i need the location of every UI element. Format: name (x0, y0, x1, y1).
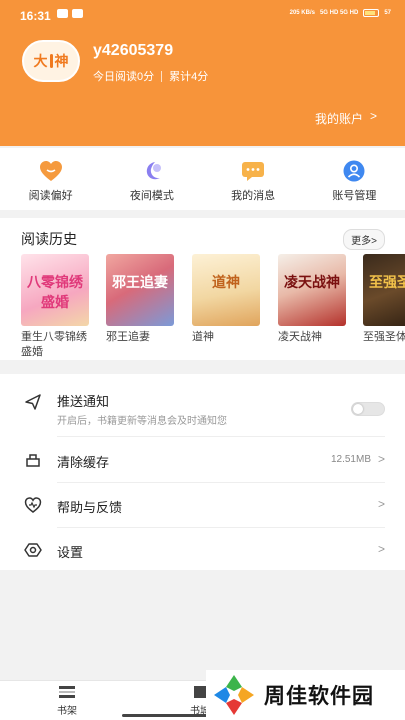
send-icon (25, 394, 41, 410)
reading-stats: 今日阅读0分 累计4分 (93, 68, 208, 84)
quick-menu: 阅读偏好 夜间模式 我的消息 账号管理 (0, 148, 405, 210)
clear-cache-row[interactable]: 清除缓存 12.51MB > (0, 438, 405, 482)
username: y42605379 (93, 42, 174, 59)
watermark-text: 周佳软件园 (264, 685, 374, 708)
app-notification-icon (72, 9, 83, 18)
watermark: 周佳软件园 (206, 670, 405, 720)
cache-label: 清除缓存 (57, 455, 110, 470)
book-cover: 至强圣体 (363, 254, 405, 326)
status-bar: 16:31 205 KB/s 5G HD 5G HD 57 (0, 0, 405, 26)
today-reading: 今日阅读0分 (93, 71, 155, 83)
avatar[interactable]: 大 神 (22, 40, 80, 82)
bookshelf-icon (59, 686, 75, 698)
push-label: 推送通知 (57, 394, 110, 409)
chat-notification-icon (57, 9, 68, 18)
message-icon (241, 160, 265, 182)
chevron-right-icon: > (377, 497, 385, 511)
push-toggle[interactable] (351, 402, 385, 416)
book-title: 凌天战神 (278, 331, 322, 343)
book-item[interactable]: 道神 道神 (192, 254, 262, 345)
avatar-divider (49, 54, 53, 68)
cover-title: 凌天战神 (284, 274, 340, 290)
cover-title: 邪王追妻 (112, 274, 168, 290)
user-icon (342, 160, 366, 182)
menu-label: 账号管理 (332, 190, 377, 202)
book-item[interactable]: 至强圣体 至强圣体 (363, 254, 405, 345)
chevron-right-icon: > (369, 109, 377, 123)
menu-reading-preference[interactable]: 阅读偏好 (0, 148, 101, 210)
menu-night-mode[interactable]: 夜间模式 (101, 148, 202, 210)
my-account-link[interactable]: 我的账户 (315, 110, 363, 127)
chevron-right-icon: > (377, 542, 385, 556)
cover-title: 至强圣体 (369, 274, 405, 290)
divider (57, 436, 385, 437)
gear-icon (24, 543, 42, 557)
more-button[interactable]: 更多> (343, 229, 385, 250)
status-time: 16:31 (20, 9, 51, 23)
book-cover: 道神 (192, 254, 260, 326)
book-cover: 凌天战神 (278, 254, 346, 326)
total-points: 累计4分 (169, 71, 209, 83)
battery-icon (363, 9, 380, 17)
book-cover: 邪王追妻 (106, 254, 174, 326)
moon-icon (140, 160, 164, 182)
profile-header: 16:31 205 KB/s 5G HD 5G HD 57 大 神 y42605… (0, 0, 405, 146)
reading-history-section: 阅读历史 更多> 八零锦绣盛婚 重生八零锦绣盛婚 邪王追妻 邪王追妻 道神 道神… (0, 218, 405, 360)
toggle-knob (353, 404, 363, 414)
section-title: 阅读历史 (21, 231, 77, 247)
push-notification-row: 推送通知 开启后，书籍更新等消息会及时通知您 (0, 382, 405, 434)
chevron-right-icon: > (377, 452, 385, 466)
book-title: 重生八零锦绣盛婚 (21, 331, 87, 358)
settings-label: 设置 (57, 545, 84, 560)
push-description: 开启后，书籍更新等消息会及时通知您 (57, 416, 227, 427)
settings-row[interactable]: 设置 > (0, 528, 405, 572)
book-item[interactable]: 邪王追妻 邪王追妻 (106, 254, 176, 345)
network-type: 5G HD 5G HD (319, 10, 359, 16)
book-title: 邪王追妻 (106, 331, 150, 343)
net-speed: 205 KB/s (289, 10, 315, 16)
settings-list: 推送通知 开启后，书籍更新等消息会及时通知您 清除缓存 12.51MB > 帮助… (0, 374, 405, 570)
cache-size: 12.51MB (330, 454, 371, 465)
broom-icon (26, 454, 40, 467)
nav-label: 书架 (57, 706, 77, 717)
feedback-heart-icon (24, 497, 42, 513)
book-item[interactable]: 八零锦绣盛婚 重生八零锦绣盛婚 (21, 254, 91, 360)
book-title: 至强圣体 (363, 331, 405, 343)
nav-bookshelf[interactable]: 书架 (37, 685, 97, 717)
menu-label: 阅读偏好 (28, 190, 73, 202)
watermark-logo-icon (214, 675, 254, 715)
menu-label: 我的消息 (231, 190, 276, 202)
avatar-text-1: 大 (33, 53, 48, 69)
avatar-text-2: 神 (54, 53, 69, 69)
help-feedback-row[interactable]: 帮助与反馈 > (0, 483, 405, 527)
battery-level: 57 (384, 10, 391, 16)
book-cover: 八零锦绣盛婚 (21, 254, 89, 326)
menu-account-management[interactable]: 账号管理 (304, 148, 405, 210)
menu-label: 夜间模式 (129, 190, 174, 202)
help-label: 帮助与反馈 (57, 500, 123, 515)
heart-icon (39, 160, 63, 182)
book-title: 道神 (192, 331, 214, 343)
menu-my-messages[interactable]: 我的消息 (203, 148, 304, 210)
cover-title: 道神 (212, 274, 240, 290)
notification-icons (57, 9, 83, 18)
status-indicators: 205 KB/s 5G HD 5G HD 57 (290, 9, 391, 17)
cover-title: 八零锦绣盛婚 (27, 274, 83, 310)
book-item[interactable]: 凌天战神 凌天战神 (278, 254, 348, 345)
stats-separator (161, 70, 163, 82)
